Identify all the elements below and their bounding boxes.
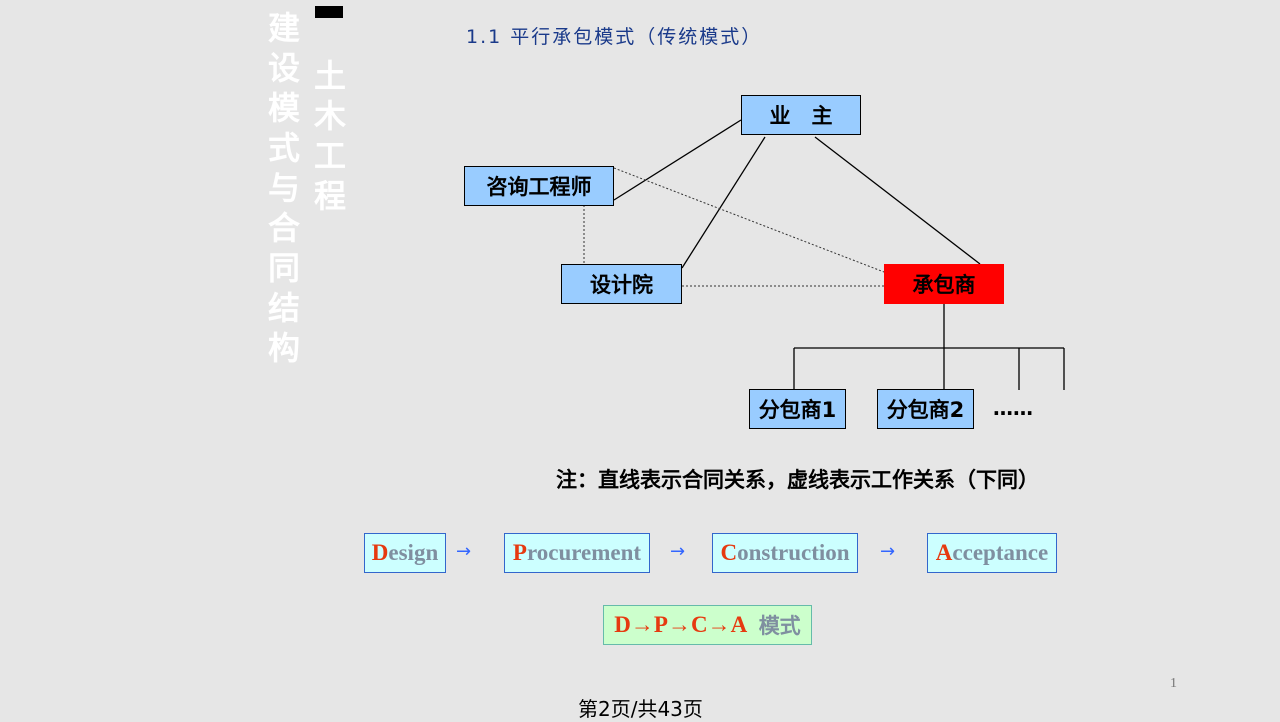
legend-note: 注：直线表示合同关系，虚线表示工作关系（下同） [556, 468, 1039, 492]
contractor-box: 承包商 [884, 264, 1004, 304]
slide-number: 1 [1170, 676, 1177, 691]
arrow-icon: → [456, 541, 472, 562]
work-line [613, 167, 885, 273]
subcontractor-1-box: 分包商1 [749, 389, 846, 429]
arrow-icon: → [880, 541, 896, 562]
flow-design: Design [364, 533, 446, 573]
contract-line [613, 119, 742, 201]
flow-procurement: Procurement [504, 533, 650, 573]
dpca-mode-box: D→P→C→A 模式 [603, 605, 812, 645]
designer-box: 设计院 [561, 264, 682, 304]
flow-construction: Construction [712, 533, 858, 573]
more-subcontractors: …… [993, 396, 1033, 420]
consultant-box: 咨询工程师 [464, 166, 614, 206]
arrow-icon: → [670, 541, 686, 562]
contract-line [681, 136, 766, 269]
subcontractor-2-box: 分包商2 [877, 389, 974, 429]
owner-box: 业 主 [741, 95, 861, 135]
page-footer: 第2页/共43页 [578, 697, 703, 721]
contract-line [814, 136, 981, 265]
flow-acceptance: Acceptance [927, 533, 1057, 573]
